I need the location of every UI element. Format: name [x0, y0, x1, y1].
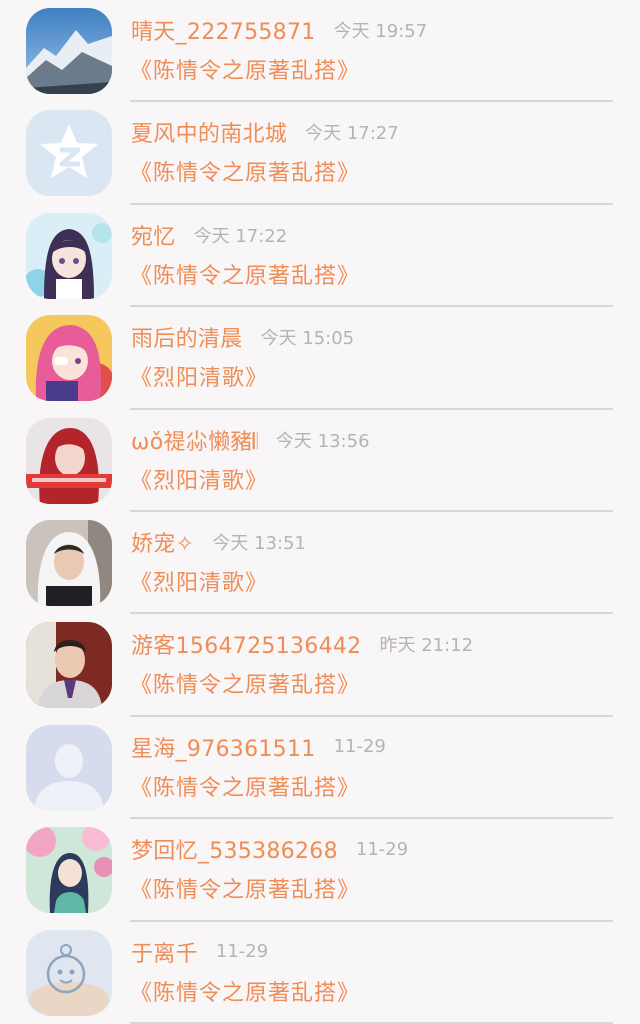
anime-girl-purple-hair-icon — [26, 212, 112, 299]
list-item[interactable]: 梦回忆_535386268 11-29 《陈情令之原著乱搭》 — [0, 819, 640, 922]
book-title[interactable]: 《陈情令之原著乱搭》 — [130, 974, 360, 1008]
list-item[interactable]: 雨后的清晨 今天 15:05 《烈阳清歌》 — [0, 307, 640, 410]
user-name[interactable]: 宛忆 — [131, 219, 176, 251]
timestamp: 今天 17:27 — [305, 123, 399, 145]
avatar[interactable] — [26, 212, 112, 299]
list-item[interactable]: 星海_976361511 11-29 《陈情令之原著乱搭》 — [0, 717, 640, 820]
avatar[interactable] — [26, 110, 112, 197]
book-title[interactable]: 《陈情令之原著乱搭》 — [130, 154, 360, 188]
man-in-suit-photo-icon — [26, 622, 112, 709]
timestamp: 11-29 — [355, 838, 409, 860]
timestamp: 今天 17:22 — [193, 225, 288, 247]
book-title[interactable]: 《陈情令之原著乱搭》 — [130, 769, 360, 803]
list-item[interactable]: ωǒ禔尛懒豬𝄃 今天 13:56 《烈阳清歌》 — [0, 410, 640, 512]
cartoon-character-sketch-icon — [26, 929, 112, 1016]
user-name[interactable]: 娇宠✧ — [131, 526, 194, 558]
list-item[interactable]: 晴天_222755871 今天 19:57 《陈情令之原著乱搭》 — [0, 0, 640, 103]
list-item[interactable]: 于离千 11-29 《陈情令之原著乱搭》 — [0, 922, 640, 1024]
book-title[interactable]: 《烈阳清歌》 — [130, 359, 268, 393]
avatar[interactable] — [26, 929, 112, 1016]
list-item[interactable]: 夏风中的南北城 今天 17:27 《陈情令之原著乱搭》 — [0, 102, 640, 205]
user-name[interactable]: 晴天_222755871 — [131, 14, 316, 46]
timestamp: 11-29 — [215, 941, 269, 963]
message-list: 晴天_222755871 今天 19:57 《陈情令之原著乱搭》 夏风中的南北城… — [0, 0, 640, 1024]
avatar[interactable] — [26, 724, 112, 811]
anime-girl-blossoms-icon — [26, 827, 112, 914]
book-title[interactable]: 《陈情令之原著乱搭》 — [130, 257, 360, 291]
avatar[interactable] — [26, 417, 112, 504]
user-name[interactable]: 星海_976361511 — [131, 731, 316, 763]
user-name[interactable]: 夏风中的南北城 — [131, 116, 287, 148]
timestamp: 今天 13:56 — [275, 430, 370, 452]
avatar[interactable] — [26, 827, 112, 914]
book-title[interactable]: 《烈阳清歌》 — [130, 564, 268, 598]
book-title[interactable]: 《烈阳清歌》 — [130, 462, 268, 496]
list-item[interactable]: 娇宠✧ 今天 13:51 《烈阳清歌》 — [0, 512, 640, 615]
default-user-silhouette-icon — [26, 724, 112, 811]
avatar[interactable] — [26, 622, 112, 709]
list-item[interactable]: 游客1564725136442 昨天 21:12 《陈情令之原著乱搭》 — [0, 614, 640, 717]
avatar[interactable] — [26, 8, 112, 94]
book-title[interactable]: 《陈情令之原著乱搭》 — [130, 666, 360, 700]
user-name[interactable]: 梦回忆_535386268 — [131, 833, 338, 865]
avatar[interactable] — [26, 519, 112, 606]
snow-mountain-photo-icon — [26, 8, 112, 94]
user-name[interactable]: 于离千 — [131, 936, 198, 968]
user-name[interactable]: ωǒ禔尛懒豬𝄃 — [131, 424, 258, 456]
book-title[interactable]: 《陈情令之原著乱搭》 — [130, 52, 360, 86]
avatar[interactable] — [26, 315, 112, 402]
book-title[interactable]: 《陈情令之原著乱搭》 — [130, 871, 360, 905]
anime-girl-pink-hair-icon — [26, 315, 112, 402]
user-name[interactable]: 雨后的清晨 — [131, 321, 243, 353]
star-logo-icon — [26, 110, 112, 197]
timestamp: 今天 19:57 — [333, 21, 428, 42]
user-name[interactable]: 游客1564725136442 — [131, 628, 361, 660]
list-item[interactable]: 宛忆 今天 17:22 《陈情令之原著乱搭》 — [0, 205, 640, 308]
red-hair-woman-photo-icon — [26, 417, 112, 504]
timestamp: 昨天 21:12 — [379, 635, 474, 657]
timestamp: 今天 15:05 — [260, 328, 355, 350]
timestamp: 11-29 — [333, 736, 386, 758]
timestamp: 今天 13:51 — [212, 532, 306, 554]
white-hood-person-photo-icon — [26, 519, 112, 606]
